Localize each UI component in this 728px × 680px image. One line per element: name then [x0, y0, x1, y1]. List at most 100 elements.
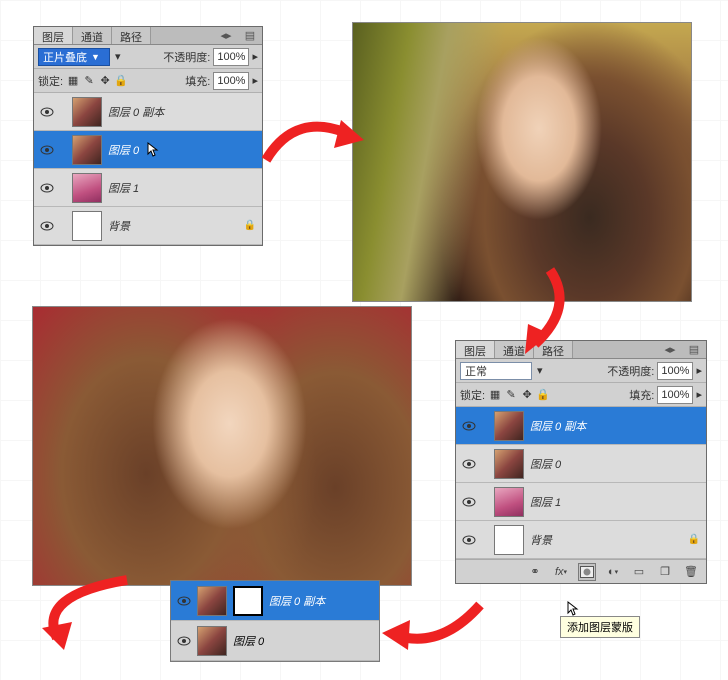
fill-input[interactable]: 100%	[213, 72, 249, 90]
layer-name[interactable]: 图层 0 副本	[269, 593, 325, 609]
layer-list: 图层 0 副本 图层 0 图层 1 背景 🔒	[456, 407, 706, 559]
lock-label: 锁定:	[38, 73, 63, 89]
blend-mode-value: 正片叠底	[43, 49, 87, 65]
fill-flyout-icon[interactable]: ▸	[252, 74, 258, 87]
group-icon[interactable]: ▭	[630, 563, 648, 581]
lock-transparent-icon[interactable]: ▦	[488, 388, 502, 402]
layer-name[interactable]: 背景	[108, 218, 130, 234]
adjustment-layer-icon[interactable]: ◐▾	[604, 563, 622, 581]
lock-icons-group: ▦ ✎ ✥ 🔒	[488, 388, 550, 402]
fill-label: 填充:	[185, 73, 210, 89]
visibility-toggle[interactable]	[462, 533, 476, 547]
visibility-toggle[interactable]	[462, 419, 476, 433]
link-layers-icon[interactable]: ⚭	[526, 563, 544, 581]
layer-name[interactable]: 图层 0	[233, 633, 264, 649]
layer-thumb[interactable]	[494, 525, 524, 555]
layer-row[interactable]: 图层 0	[171, 621, 379, 661]
lock-position-icon[interactable]: ✥	[520, 388, 534, 402]
fx-icon[interactable]: fx▾	[552, 563, 570, 581]
tab-paths[interactable]: 路径	[112, 27, 151, 44]
layer-thumb[interactable]	[197, 586, 227, 616]
lock-icon: 🔒	[688, 534, 700, 545]
opacity-flyout-icon[interactable]: ▸	[252, 50, 258, 63]
layer-name[interactable]: 图层 0	[530, 456, 561, 472]
layers-panel-excerpt: 图层 0 副本 图层 0	[170, 580, 380, 662]
layer-mask-thumb[interactable]	[233, 586, 263, 616]
layer-row[interactable]: 图层 1	[456, 483, 706, 521]
layer-name[interactable]: 图层 0 副本	[530, 418, 586, 434]
layer-row[interactable]: 图层 0 副本	[456, 407, 706, 445]
opacity-label: 不透明度:	[163, 49, 210, 65]
fill-flyout-icon[interactable]: ▸	[696, 388, 702, 401]
layer-name[interactable]: 图层 0	[108, 142, 139, 158]
layer-thumb[interactable]	[72, 135, 102, 165]
tooltip-add-mask: 添加图层蒙版	[560, 616, 640, 638]
layer-thumb[interactable]	[197, 626, 227, 656]
pointer-cursor-icon	[147, 142, 161, 161]
lock-icon: 🔒	[244, 220, 256, 231]
result-image-2	[32, 306, 412, 586]
layer-thumb[interactable]	[494, 449, 524, 479]
layer-thumb[interactable]	[494, 487, 524, 517]
layer-list: 图层 0 副本 图层 0 图层 1 背景 🔒	[34, 93, 262, 245]
layer-name[interactable]: 背景	[530, 532, 552, 548]
panel-collapse-icon[interactable]: ◂▸	[214, 27, 238, 44]
lock-transparent-icon[interactable]: ▦	[66, 74, 80, 88]
opacity-flyout-icon[interactable]: ▸	[696, 364, 702, 377]
flow-arrow-3	[380, 595, 490, 670]
visibility-toggle[interactable]	[462, 457, 476, 471]
panel-menu-icon[interactable]: ▤	[682, 341, 706, 358]
lock-fill-row: 锁定: ▦ ✎ ✥ 🔒 填充: 100% ▸	[34, 69, 262, 93]
layer-thumb[interactable]	[72, 97, 102, 127]
visibility-toggle[interactable]	[40, 105, 54, 119]
lock-label: 锁定:	[460, 387, 485, 403]
tab-channels[interactable]: 通道	[73, 27, 112, 44]
layer-row[interactable]: 图层 0	[34, 131, 262, 169]
flow-arrow-4	[32, 570, 182, 665]
layers-panel-2: 图层 通道 路径 ◂▸ ▤ 正常 ▾ 不透明度: 100% ▸ 锁定: ▦ ✎ …	[455, 340, 707, 584]
dropdown-arrow-icon: ▼	[91, 52, 100, 62]
lock-icons-group: ▦ ✎ ✥ 🔒	[66, 74, 128, 88]
lock-image-icon[interactable]: ✎	[504, 388, 518, 402]
panel-collapse-icon[interactable]: ◂▸	[658, 341, 682, 358]
layer-thumb[interactable]	[72, 173, 102, 203]
flow-arrow-1	[256, 100, 376, 205]
lock-all-icon[interactable]: 🔒	[536, 388, 550, 402]
visibility-toggle[interactable]	[40, 181, 54, 195]
layer-row[interactable]: 图层 0 副本	[34, 93, 262, 131]
visibility-toggle[interactable]	[40, 219, 54, 233]
visibility-toggle[interactable]	[40, 143, 54, 157]
layer-name[interactable]: 图层 0 副本	[108, 104, 164, 120]
lock-fill-row: 锁定: ▦ ✎ ✥ 🔒 填充: 100% ▸	[456, 383, 706, 407]
add-mask-icon[interactable]	[578, 563, 596, 581]
opacity-input[interactable]: 100%	[213, 48, 249, 66]
panel-tabs: 图层 通道 路径 ◂▸ ▤	[34, 27, 262, 45]
layer-row[interactable]: 背景 🔒	[34, 207, 262, 245]
blend-mode-select[interactable]: 正片叠底 ▼	[38, 48, 110, 66]
opacity-label: 不透明度:	[607, 363, 654, 379]
lock-position-icon[interactable]: ✥	[98, 74, 112, 88]
layers-panel-1: 图层 通道 路径 ◂▸ ▤ 正片叠底 ▼ ▾ 不透明度: 100% ▸ 锁定: …	[33, 26, 263, 246]
layer-name[interactable]: 图层 1	[530, 494, 561, 510]
new-layer-icon[interactable]: ❐	[656, 563, 674, 581]
fill-input[interactable]: 100%	[657, 386, 693, 404]
panel-menu-icon[interactable]: ▤	[238, 27, 262, 44]
layer-row[interactable]: 图层 0	[456, 445, 706, 483]
layer-thumb[interactable]	[72, 211, 102, 241]
lock-image-icon[interactable]: ✎	[82, 74, 96, 88]
layer-row[interactable]: 图层 1	[34, 169, 262, 207]
layer-row[interactable]: 图层 0 副本	[171, 581, 379, 621]
layer-thumb[interactable]	[494, 411, 524, 441]
fill-label: 填充:	[629, 387, 654, 403]
result-image-1	[352, 22, 692, 302]
trash-icon[interactable]: 🗑	[682, 563, 700, 581]
visibility-toggle[interactable]	[462, 495, 476, 509]
layer-name[interactable]: 图层 1	[108, 180, 139, 196]
panel-bottom-toolbar: ⚭ fx▾ ◐▾ ▭ ❐ 🗑	[456, 559, 706, 583]
tab-layers[interactable]: 图层	[34, 27, 73, 44]
opacity-input[interactable]: 100%	[657, 362, 693, 380]
dropdown-toggle-icon[interactable]: ▾	[115, 50, 121, 63]
layer-row[interactable]: 背景 🔒	[456, 521, 706, 559]
blend-opacity-row: 正片叠底 ▼ ▾ 不透明度: 100% ▸	[34, 45, 262, 69]
lock-all-icon[interactable]: 🔒	[114, 74, 128, 88]
